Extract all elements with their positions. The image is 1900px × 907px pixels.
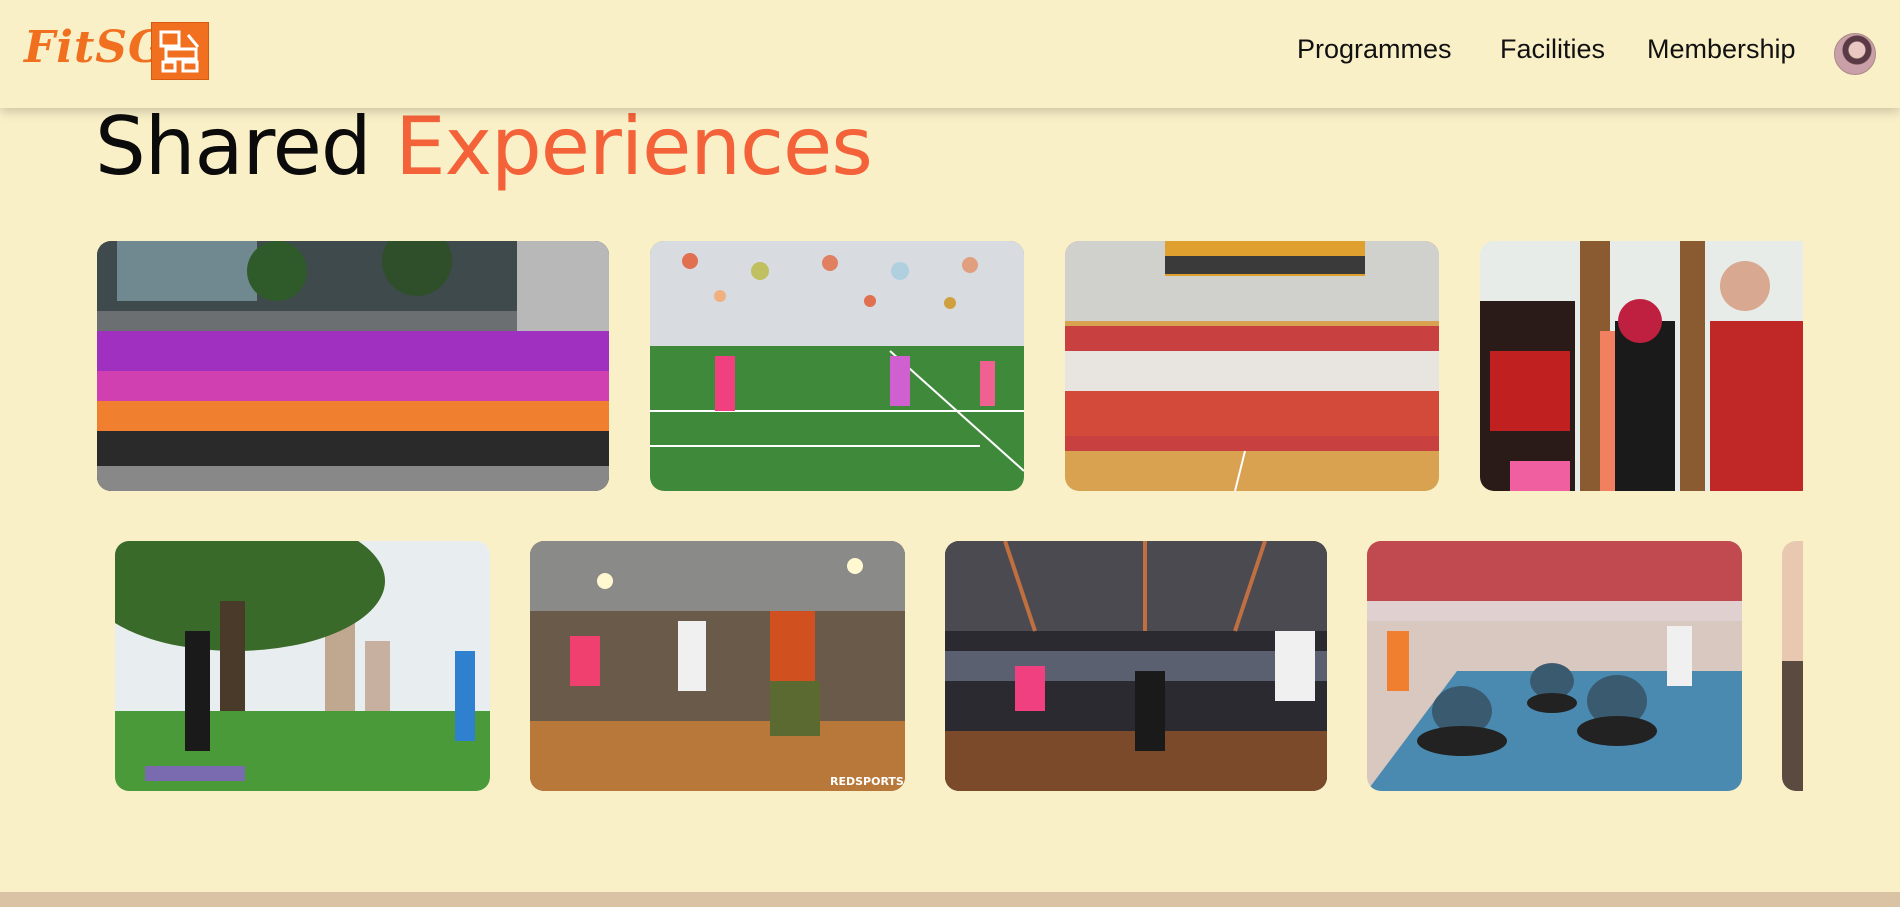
section-title: Shared Experiences — [95, 100, 873, 193]
gallery-photo-partial[interactable] — [1782, 541, 1803, 791]
title-plain: Shared — [95, 100, 372, 193]
nav-facilities[interactable]: Facilities — [1500, 34, 1605, 65]
nav-membership[interactable]: Membership — [1647, 34, 1796, 65]
footer-bar — [0, 892, 1900, 907]
gallery-photo-indoor-turf[interactable] — [650, 241, 1024, 491]
brand-logo-text[interactable]: FitSG — [24, 22, 167, 73]
top-header: FitSG Programmes Facilities Membership — [0, 0, 1900, 108]
gallery-photo-kids-balance[interactable] — [1367, 541, 1742, 791]
title-accent: Experiences — [395, 100, 873, 193]
gallery-photo-sports-hall-zumba[interactable] — [945, 541, 1327, 791]
photo-watermark: REDSPORTS.SG — [830, 775, 905, 788]
gallery-photo-park-class[interactable] — [115, 541, 490, 791]
gallery-photo-hall-kids[interactable] — [1065, 241, 1439, 491]
gallery-photo-studio-dance[interactable]: REDSPORTS.SG — [530, 541, 905, 791]
gallery-photo-aerobics[interactable] — [1480, 241, 1803, 491]
gallery-photo-group-purple[interactable] — [97, 241, 609, 491]
nav-programmes[interactable]: Programmes — [1297, 34, 1452, 65]
user-avatar[interactable] — [1834, 33, 1876, 75]
fitness-equipment-icon[interactable] — [151, 22, 209, 80]
